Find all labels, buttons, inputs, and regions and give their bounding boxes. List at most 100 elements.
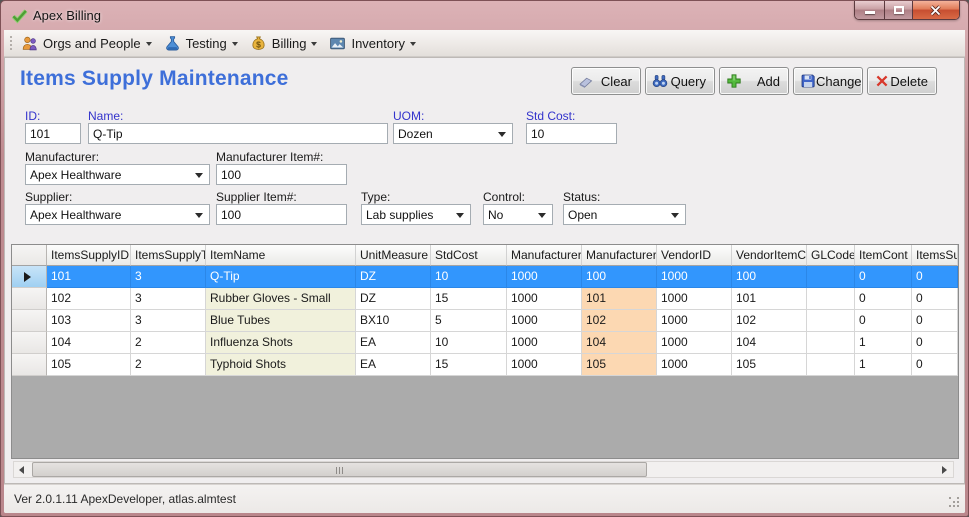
grid-row-header[interactable] xyxy=(12,354,47,376)
scroll-right-button[interactable] xyxy=(936,462,953,477)
grid-corner-cell[interactable] xyxy=(12,245,47,266)
grid-cell[interactable]: 15 xyxy=(431,354,507,376)
grid-row[interactable]: 1033Blue TubesBX1051000102100010200 xyxy=(12,310,958,332)
grid-cell[interactable]: 103 xyxy=(47,310,131,332)
grid-cell[interactable]: 10 xyxy=(431,266,507,288)
grid-cell[interactable]: BX10 xyxy=(356,310,431,332)
name-field[interactable] xyxy=(88,123,388,144)
grid-cell[interactable]: 1 xyxy=(855,332,912,354)
grid-cell[interactable]: 1000 xyxy=(657,354,732,376)
grid-cell[interactable]: 104 xyxy=(47,332,131,354)
grid-column-header[interactable]: ItemsSupplyTy xyxy=(131,245,206,266)
grid-cell[interactable]: EA xyxy=(356,332,431,354)
grid-cell[interactable] xyxy=(807,354,855,376)
clear-button[interactable]: Clear xyxy=(571,67,641,95)
grid-cell[interactable]: 1000 xyxy=(657,332,732,354)
grid-cell[interactable]: 1000 xyxy=(657,310,732,332)
type-select[interactable]: Lab supplies xyxy=(361,204,471,225)
grid-row[interactable]: 1023Rubber Gloves - SmallDZ1510001011000… xyxy=(12,288,958,310)
grid-cell[interactable]: Rubber Gloves - Small xyxy=(206,288,356,310)
grid-cell[interactable]: 0 xyxy=(912,266,958,288)
grid-cell[interactable]: 2 xyxy=(131,332,206,354)
delete-button[interactable]: Delete xyxy=(867,67,937,95)
minimize-button[interactable] xyxy=(855,1,885,19)
grid-row[interactable]: 1042Influenza ShotsEA101000104100010410 xyxy=(12,332,958,354)
grid-cell[interactable]: 1000 xyxy=(507,332,582,354)
scroll-left-button[interactable] xyxy=(14,462,31,477)
horizontal-scrollbar[interactable] xyxy=(13,461,954,478)
grid-cell[interactable]: 102 xyxy=(582,310,657,332)
menu-testing[interactable]: Testing xyxy=(159,32,245,55)
grid-cell[interactable]: Influenza Shots xyxy=(206,332,356,354)
grid-cell[interactable]: 101 xyxy=(47,266,131,288)
std-cost-field[interactable] xyxy=(526,123,617,144)
grid-cell[interactable]: 100 xyxy=(732,266,807,288)
grid-cell[interactable] xyxy=(807,288,855,310)
grid-cell[interactable]: 105 xyxy=(732,354,807,376)
grid-cell[interactable]: 3 xyxy=(131,266,206,288)
grid-column-header[interactable]: GLCode xyxy=(807,245,855,266)
grid-cell[interactable]: 0 xyxy=(855,310,912,332)
grid-cell[interactable] xyxy=(807,266,855,288)
status-select[interactable]: Open xyxy=(563,204,686,225)
uom-select[interactable]: Dozen xyxy=(393,123,513,144)
grid-cell[interactable]: 102 xyxy=(47,288,131,310)
grid-cell[interactable]: 1000 xyxy=(507,354,582,376)
grid-cell[interactable]: Q-Tip xyxy=(206,266,356,288)
query-button[interactable]: Query xyxy=(645,67,715,95)
menu-billing[interactable]: $ Billing xyxy=(245,32,325,55)
grid-cell[interactable]: 3 xyxy=(131,288,206,310)
grid-cell[interactable]: 1000 xyxy=(507,310,582,332)
supplier-select[interactable]: Apex Healthware xyxy=(25,204,210,225)
manufacturer-item-field[interactable] xyxy=(216,164,347,185)
close-button[interactable] xyxy=(913,1,959,19)
menu-inventory[interactable]: Inventory xyxy=(324,32,422,55)
grid-cell[interactable]: 1000 xyxy=(657,266,732,288)
grid-cell[interactable]: 1000 xyxy=(507,288,582,310)
grid-cell[interactable]: DZ xyxy=(356,266,431,288)
grid-cell[interactable]: 1000 xyxy=(657,288,732,310)
change-button[interactable]: Change xyxy=(793,67,863,95)
grid-cell[interactable]: 102 xyxy=(732,310,807,332)
grid-cell[interactable]: 105 xyxy=(582,354,657,376)
menu-orgs-and-people[interactable]: Orgs and People xyxy=(16,32,159,55)
grid-column-header[interactable]: UnitMeasure xyxy=(356,245,431,266)
grid-column-header[interactable]: ItemName xyxy=(206,245,356,266)
grid-column-header[interactable]: VendorID xyxy=(657,245,732,266)
grid-cell[interactable]: 0 xyxy=(855,288,912,310)
grid-cell[interactable]: 101 xyxy=(582,288,657,310)
grid-cell[interactable]: EA xyxy=(356,354,431,376)
grid-cell[interactable]: 100 xyxy=(582,266,657,288)
grid-row-header[interactable] xyxy=(12,266,47,288)
grid-cell[interactable]: Blue Tubes xyxy=(206,310,356,332)
grid-cell[interactable]: 0 xyxy=(855,266,912,288)
grid-cell[interactable]: 101 xyxy=(732,288,807,310)
grid-column-header[interactable]: StdCost xyxy=(431,245,507,266)
manufacturer-select[interactable]: Apex Healthware xyxy=(25,164,210,185)
grid-cell[interactable]: 104 xyxy=(732,332,807,354)
grid-cell[interactable]: 1 xyxy=(855,354,912,376)
grid-cell[interactable]: 15 xyxy=(431,288,507,310)
id-field[interactable] xyxy=(25,123,81,144)
grid-cell[interactable]: 104 xyxy=(582,332,657,354)
grid-column-header[interactable]: ItemsSupplyID xyxy=(47,245,131,266)
grid-column-header[interactable]: ItemsSupp xyxy=(912,245,958,266)
grid-cell[interactable]: 2 xyxy=(131,354,206,376)
grid-cell[interactable]: 0 xyxy=(912,288,958,310)
grid-cell[interactable]: DZ xyxy=(356,288,431,310)
toolstrip-grip[interactable] xyxy=(8,34,12,52)
resize-grip[interactable] xyxy=(949,497,960,508)
grid-cell[interactable]: Typhoid Shots xyxy=(206,354,356,376)
grid-cell[interactable]: 10 xyxy=(431,332,507,354)
grid-column-header[interactable]: VendorItemCo xyxy=(732,245,807,266)
grid-cell[interactable]: 3 xyxy=(131,310,206,332)
grid-column-header[interactable]: ManufacturerI xyxy=(507,245,582,266)
grid-cell[interactable] xyxy=(807,310,855,332)
grid-cell[interactable]: 105 xyxy=(47,354,131,376)
grid-cell[interactable]: 1000 xyxy=(507,266,582,288)
grid-cell[interactable]: 5 xyxy=(431,310,507,332)
grid-column-header[interactable]: ManufacturerI xyxy=(582,245,657,266)
grid-row-header[interactable] xyxy=(12,288,47,310)
grid-column-header[interactable]: ItemCont xyxy=(855,245,912,266)
grid-cell[interactable]: 0 xyxy=(912,354,958,376)
